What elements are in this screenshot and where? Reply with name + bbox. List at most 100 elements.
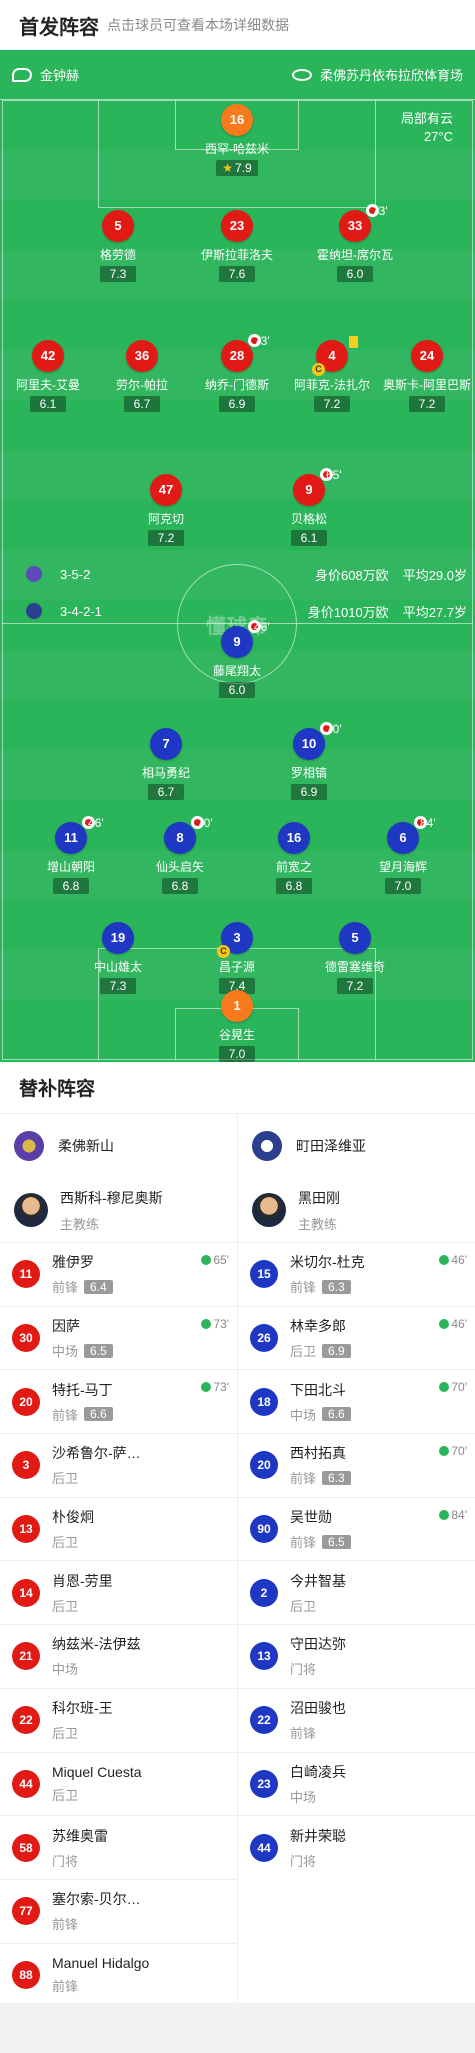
player-name: 下田北斗: [290, 1381, 346, 1398]
sub-in-time: 65': [201, 1253, 229, 1267]
pitch-player[interactable]: 19 中山雄太 7.3: [63, 922, 173, 995]
pitch-player[interactable]: 1 谷晃生 7.0: [182, 990, 292, 1062]
player-rating: 6.7: [124, 396, 160, 412]
player-number: 21: [12, 1642, 40, 1671]
sub-in-time: 84': [439, 1508, 467, 1522]
sub-player-row[interactable]: 90 吴世勋 前锋 6.5 84': [238, 1496, 475, 1561]
player-position: 门将: [290, 1853, 317, 1869]
sub-in-time: 73': [201, 1317, 229, 1331]
player-name: 纳兹米-法伊兹: [52, 1636, 141, 1653]
sub-minute: 65': [326, 468, 342, 482]
away-team-logo-icon: [252, 1131, 282, 1161]
player-name: 奥斯卡-阿里巴斯: [383, 378, 471, 392]
sub-player-row[interactable]: 20 特托-马丁 前锋 6.6 73': [0, 1369, 237, 1433]
away-team-row[interactable]: 町田泽维亚: [238, 1114, 475, 1178]
pitch-player[interactable]: 11 46' 增山朝阳 6.8: [16, 816, 126, 895]
pitch-player[interactable]: 6 84' 望月海辉 7.0: [348, 816, 458, 895]
sub-player-row[interactable]: 30 因萨 中场 6.5 73': [0, 1305, 237, 1370]
player-number: 20: [12, 1387, 40, 1416]
player-name: 增山朝阳: [46, 860, 95, 874]
away-team-name: 町田泽维亚: [296, 1138, 366, 1154]
sub-player-row[interactable]: 11 雅伊罗 前锋 6.4 65': [0, 1242, 237, 1306]
pitch-player[interactable]: 5 格劳德 7.3: [63, 210, 173, 283]
sub-player-row[interactable]: 2 今井智基 后卫: [238, 1560, 475, 1624]
player-number: 6: [399, 830, 407, 845]
pitch-player[interactable]: 33 73' 霍纳坦-席尔瓦 6.0: [300, 204, 410, 283]
player-number: 5: [102, 210, 134, 242]
pitch-player[interactable]: 8 70' 仙头启矢 6.8: [125, 816, 235, 895]
player-rating: 6.6: [322, 1407, 351, 1422]
home-subs-column: 柔佛新山 西斯科-穆尼奥斯 主教练 11 雅伊罗 前锋 6.4 65' 30 因萨 中场 6.5…: [0, 1114, 237, 2006]
pitch-player[interactable]: 16 前宽之 6.8: [239, 822, 349, 895]
pitch-player[interactable]: 23 伊斯拉菲洛夫 7.6: [182, 210, 292, 283]
pitch-player[interactable]: 5 德雷塞维奇 7.2: [300, 922, 410, 995]
player-number: 5: [339, 922, 371, 954]
pitch-player[interactable]: 47 阿克切 7.2: [111, 474, 221, 547]
venue-info: 柔佛苏丹依布拉欣体育场: [291, 65, 463, 84]
player-name: Miquel Cuesta: [52, 1763, 142, 1780]
pitch-player[interactable]: 9 65' 贝格松 6.1: [254, 468, 364, 547]
player-number: 42: [32, 340, 64, 372]
pitch-player[interactable]: 36 劳尔-帕拉 6.7: [87, 340, 197, 413]
sub-minute: 84': [420, 816, 436, 830]
sub-player-row[interactable]: 44 Miquel Cuesta 后卫: [0, 1751, 237, 1816]
player-name: 科尔班-王: [52, 1700, 113, 1717]
home-formation: 3-5-2: [60, 566, 91, 582]
sub-player-row[interactable]: 44 新井荣聪 门将: [238, 1815, 475, 1879]
away-team-badge-icon: [26, 603, 42, 619]
sub-player-row[interactable]: 23 白崎凌兵 中场: [238, 1751, 475, 1816]
pitch-player[interactable]: 7 相马勇纪 6.7: [111, 728, 221, 801]
sub-player-row[interactable]: 14 肖恩-劳里 后卫: [0, 1560, 237, 1624]
pitch-player[interactable]: 4C 阿菲克-法扎尔 7.2: [277, 336, 387, 413]
player-rating: 7.3: [100, 266, 136, 282]
sub-player-row[interactable]: 22 科尔班-王 后卫: [0, 1687, 237, 1752]
player-name: 格劳德: [99, 248, 136, 262]
player-name: 伊斯拉菲洛夫: [200, 248, 273, 262]
player-number: 9: [233, 634, 241, 649]
player-position: 门将: [290, 1662, 317, 1678]
player-position: 前锋: [290, 1535, 317, 1551]
sub-player-row[interactable]: 13 朴俊炯 后卫: [0, 1496, 237, 1561]
player-position: 前锋: [52, 1978, 79, 1994]
weather-text: 局部有云: [400, 111, 453, 126]
player-rating: 7.2: [337, 978, 373, 994]
sub-player-row[interactable]: 20 西村拓真 前锋 6.3 70': [238, 1433, 475, 1497]
sub-in-icon: [439, 1382, 450, 1393]
home-value: 身价608万欧: [314, 567, 389, 583]
sub-player-row[interactable]: 22 沼田骏也 前锋: [238, 1687, 475, 1752]
pitch-player[interactable]: 16 西罕-哈兹米 ★ 7.9: [182, 104, 292, 177]
pitch-player[interactable]: 28 73' 纳乔-门德斯 6.9: [182, 334, 292, 413]
sub-in-time: 70': [439, 1380, 467, 1394]
player-rating: 6.8: [276, 878, 312, 894]
sub-player-row[interactable]: 88 Manuel Hidalgo 前锋: [0, 1942, 237, 2007]
home-coach-row[interactable]: 西斯科-穆尼奥斯 主教练: [0, 1178, 237, 1242]
sub-player-row[interactable]: 58 苏维奥雷 门将: [0, 1815, 237, 1879]
sub-player-row[interactable]: 15 米切尔-杜克 前锋 6.3 46': [238, 1242, 475, 1306]
player-rating: 6.9: [291, 784, 327, 800]
coach-role: 主教练: [60, 1216, 100, 1232]
player-number: 7: [150, 728, 182, 760]
pitch-player[interactable]: 9 46' 藤尾翔太 6.0: [182, 620, 292, 699]
player-name: Manuel Hidalgo: [52, 1954, 150, 1971]
player-number: 47: [150, 474, 182, 506]
pitch-player[interactable]: 24 奥斯卡-阿里巴斯 7.2: [372, 340, 475, 413]
player-number: 23: [221, 210, 253, 242]
home-team-row[interactable]: 柔佛新山: [0, 1114, 237, 1178]
lineup-hint: 点击球员可查看本场详细数据: [107, 17, 289, 33]
pitch-player[interactable]: 3C 昌子源 7.4: [182, 922, 292, 995]
captain-icon: C: [217, 945, 230, 958]
player-name: 相马勇纪: [141, 766, 190, 780]
sub-player-row[interactable]: 18 下田北斗 中场 6.6 70': [238, 1369, 475, 1433]
sub-player-row[interactable]: 3 沙希鲁尔-萨… 后卫: [0, 1433, 237, 1497]
player-position: 前锋: [290, 1726, 317, 1742]
player-number: 11: [64, 830, 78, 845]
sub-player-row[interactable]: 77 塞尔索-贝尔… 前锋: [0, 1878, 237, 1943]
home-age: 平均29.0岁: [402, 567, 467, 583]
sub-player-row[interactable]: 26 林幸多郎 后卫 6.9 46': [238, 1305, 475, 1370]
pitch-player[interactable]: 10 70' 罗相镐 6.9: [254, 722, 364, 801]
away-coach-row[interactable]: 黑田刚 主教练: [238, 1178, 475, 1242]
stadium-icon: [291, 68, 312, 81]
sub-player-row[interactable]: 21 纳兹米-法伊兹 中场: [0, 1624, 237, 1688]
player-rating: 7.2: [314, 396, 350, 412]
sub-player-row[interactable]: 13 守田达弥 门将: [238, 1624, 475, 1688]
